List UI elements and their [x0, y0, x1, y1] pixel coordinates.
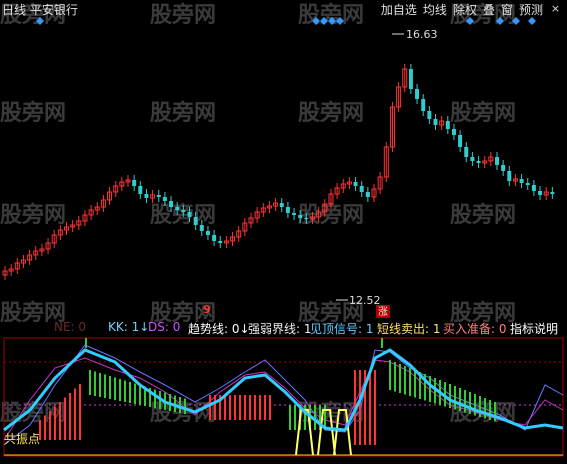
- trend-value: 趋势线: 0↓: [188, 322, 250, 336]
- candle-body: [433, 119, 438, 125]
- candle-body: [464, 147, 469, 157]
- candle-body: [353, 182, 358, 186]
- candle-body: [199, 225, 204, 231]
- candle-body: [181, 210, 186, 212]
- candle-body: [519, 179, 524, 183]
- candle-body: [445, 121, 450, 129]
- trend-line: [3, 344, 564, 446]
- ds-value: DS: 0: [148, 320, 181, 334]
- indicator-status-bar: NE: 0 KK: 1↓ DS: 0 趋势线: 0↓ 强弱界线: 1 见顶信号:…: [0, 318, 567, 336]
- window-button[interactable]: 窗: [501, 1, 513, 18]
- chart-title: 日线 平安银行: [2, 3, 78, 17]
- ne-value: NE: 0: [54, 320, 87, 334]
- candle-body: [359, 186, 364, 192]
- candle-body: [144, 194, 149, 198]
- top-signal-value: 见顶信号: 1: [310, 322, 374, 336]
- candle-body: [292, 213, 297, 215]
- indicator-help-link[interactable]: 指标说明: [510, 320, 558, 337]
- chart-canvas: 股旁网 股旁网 股旁网 股旁网股旁网 股旁网 股旁网 股旁网股旁网 股旁网 股旁网 股旁网股旁网股…: [0, 2, 564, 457]
- candle-body: [507, 171, 512, 181]
- candle-body: [458, 135, 463, 147]
- candle-body: [451, 129, 456, 135]
- candle-body: [212, 235, 217, 241]
- candle-body: [427, 111, 432, 119]
- toolbar-menu: 加自选 均线 除权 叠 窗 预测: [381, 1, 543, 18]
- close-icon[interactable]: ×: [548, 1, 563, 16]
- exright-button[interactable]: 除权: [453, 1, 477, 18]
- candle-body: [415, 89, 420, 99]
- watermark-text: 股旁网: [450, 100, 516, 126]
- candle-body: [285, 207, 290, 213]
- candle-body: [408, 69, 413, 89]
- candle-body: [476, 161, 481, 163]
- candle-body: [525, 183, 530, 185]
- short-sell-value: 短线卖出: 1: [377, 322, 441, 336]
- candle-body: [470, 157, 475, 161]
- candle-body: [298, 215, 303, 218]
- signal-diamond: [528, 17, 536, 25]
- watermark-text: 股旁网: [0, 100, 66, 126]
- forecast-button[interactable]: 预测: [519, 1, 543, 18]
- resonance-label: 共振点: [4, 432, 41, 446]
- overlay-button[interactable]: 叠: [483, 1, 495, 18]
- candle-body: [205, 231, 210, 235]
- stock-chart-window: 股旁网 股旁网 股旁网 股旁网 股旁网 股旁网 股旁网 股旁网 股旁网 股旁网 股旁网 股旁网 股旁网股…: [0, 0, 567, 460]
- candle-body: [162, 197, 167, 201]
- candle-body: [132, 180, 137, 186]
- candle-body: [218, 241, 223, 243]
- add-watchlist-button[interactable]: 加自选: [381, 1, 417, 18]
- kk-value: KK: 1↓: [108, 320, 150, 334]
- candle-body: [304, 218, 309, 219]
- watermark-text: 股旁网: [150, 100, 216, 126]
- watermark-text: 股旁网: [450, 202, 516, 228]
- high-price-label: 16.63: [406, 28, 438, 41]
- candle-body: [169, 201, 174, 207]
- low-price-label: 12.52: [349, 294, 381, 307]
- watermark-text: 股旁网: [298, 100, 364, 126]
- limit-up-badge: 涨: [378, 306, 388, 318]
- candle-body: [421, 99, 426, 111]
- buy-ready-value: 买入准备: 0: [443, 322, 507, 336]
- candle-body: [138, 186, 143, 194]
- candle-body: [156, 195, 161, 197]
- strength-boundary-value: 强弱界线: 1: [248, 322, 312, 336]
- candle-body: [550, 192, 555, 194]
- candle-body: [175, 207, 180, 210]
- candle-body: [187, 212, 192, 217]
- candle-body: [193, 217, 198, 225]
- marker-9: 9: [203, 303, 211, 316]
- top-bar: 日线 平安银行 加自选 均线 除权 叠 窗 预测 ×: [0, 0, 567, 18]
- candle-body: [531, 185, 536, 191]
- candle-body: [495, 157, 499, 165]
- candle-body: [279, 203, 284, 207]
- candle-body: [365, 192, 370, 197]
- moving-average-button[interactable]: 均线: [423, 1, 447, 18]
- candle-body: [501, 165, 506, 171]
- candle-body: [538, 191, 543, 195]
- watermark-text: 股旁网: [0, 202, 66, 228]
